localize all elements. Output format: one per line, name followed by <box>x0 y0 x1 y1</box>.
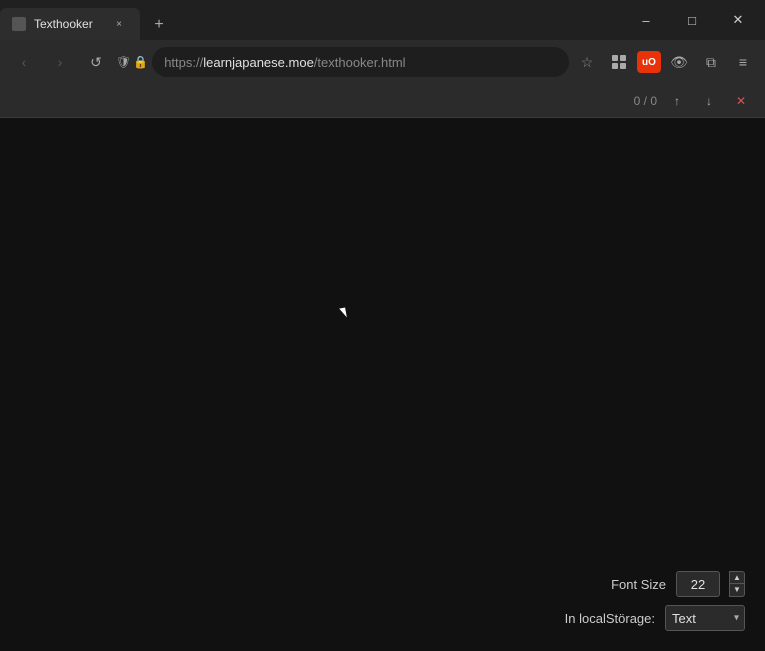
font-size-increment[interactable]: ▲ <box>729 571 745 584</box>
menu-button[interactable]: ≡ <box>729 48 757 76</box>
find-count: 0 / 0 <box>634 94 657 108</box>
star-icon: ☆ <box>581 54 594 71</box>
grid-icon <box>612 55 626 69</box>
url-path: /texthooker.html <box>314 55 406 70</box>
back-button[interactable]: ‹ <box>8 46 40 78</box>
font-size-row: Font Size ▲ ▼ <box>611 571 745 597</box>
copy-extension-button[interactable]: ⧉ <box>697 48 725 76</box>
new-tab-button[interactable]: + <box>144 10 174 40</box>
address-bar[interactable]: https://learnjapanese.moe/texthooker.htm… <box>152 47 569 77</box>
tab-favicon <box>12 17 26 31</box>
maximize-button[interactable]: □ <box>669 0 715 40</box>
forward-icon: › <box>58 54 63 70</box>
url-domain: learnjapanese.moe <box>203 55 314 70</box>
extensions-grid-button[interactable] <box>605 48 633 76</box>
nav-bar: ‹ › ↺ 🛡 🔒 https://learnjapanese.moe/text… <box>0 40 765 84</box>
uorigin-icon: uO <box>642 57 656 68</box>
local-storage-row: In localStörage: Text HTML <box>565 605 745 631</box>
faces-extension-button[interactable]: 👁 <box>665 48 693 76</box>
tab-title: Texthooker <box>34 17 102 31</box>
close-button[interactable]: ✕ <box>715 0 761 40</box>
tab-close-button[interactable]: × <box>110 15 128 33</box>
find-next-button[interactable]: ↓ <box>697 89 721 113</box>
bottom-controls: Font Size ▲ ▼ In localStörage: Text HTML <box>565 571 745 631</box>
title-bar: Texthooker × + – □ ✕ <box>0 0 765 40</box>
find-bar: 0 / 0 ↑ ↓ ✕ <box>0 84 765 118</box>
forward-button[interactable]: › <box>44 46 76 78</box>
cursor <box>339 308 347 319</box>
minimize-button[interactable]: – <box>623 0 669 40</box>
font-size-label: Font Size <box>611 577 666 592</box>
local-storage-select-wrap: Text HTML <box>665 605 745 631</box>
find-prev-button[interactable]: ↑ <box>665 89 689 113</box>
font-size-input[interactable] <box>676 571 720 597</box>
faces-icon: 👁 <box>670 54 688 71</box>
window-controls: – □ ✕ <box>623 0 765 40</box>
active-tab[interactable]: Texthooker × <box>0 8 140 40</box>
uorigin-extension-button[interactable]: uO <box>637 51 661 73</box>
shield-icon: 🛡 <box>116 55 131 69</box>
back-icon: ‹ <box>22 54 27 70</box>
reload-button[interactable]: ↺ <box>80 46 112 78</box>
extensions-area: uO 👁 ⧉ <box>605 48 725 76</box>
copy-icon: ⧉ <box>706 54 716 71</box>
lock-icon: 🔒 <box>133 55 148 69</box>
local-storage-select[interactable]: Text HTML <box>665 605 745 631</box>
bookmark-button[interactable]: ☆ <box>573 48 601 76</box>
local-storage-label: In localStörage: <box>565 611 655 626</box>
url-scheme: https:// <box>164 55 203 70</box>
find-close-button[interactable]: ✕ <box>729 89 753 113</box>
security-icons: 🛡 🔒 <box>116 55 148 69</box>
font-size-spinner: ▲ ▼ <box>729 571 745 597</box>
tab-area: Texthooker × + <box>0 0 623 40</box>
reload-icon: ↺ <box>90 54 102 71</box>
address-text: https://learnjapanese.moe/texthooker.htm… <box>164 55 557 70</box>
content-area: Font Size ▲ ▼ In localStörage: Text HTML <box>0 118 765 651</box>
hamburger-icon: ≡ <box>739 54 747 70</box>
font-size-decrement[interactable]: ▼ <box>729 584 745 597</box>
